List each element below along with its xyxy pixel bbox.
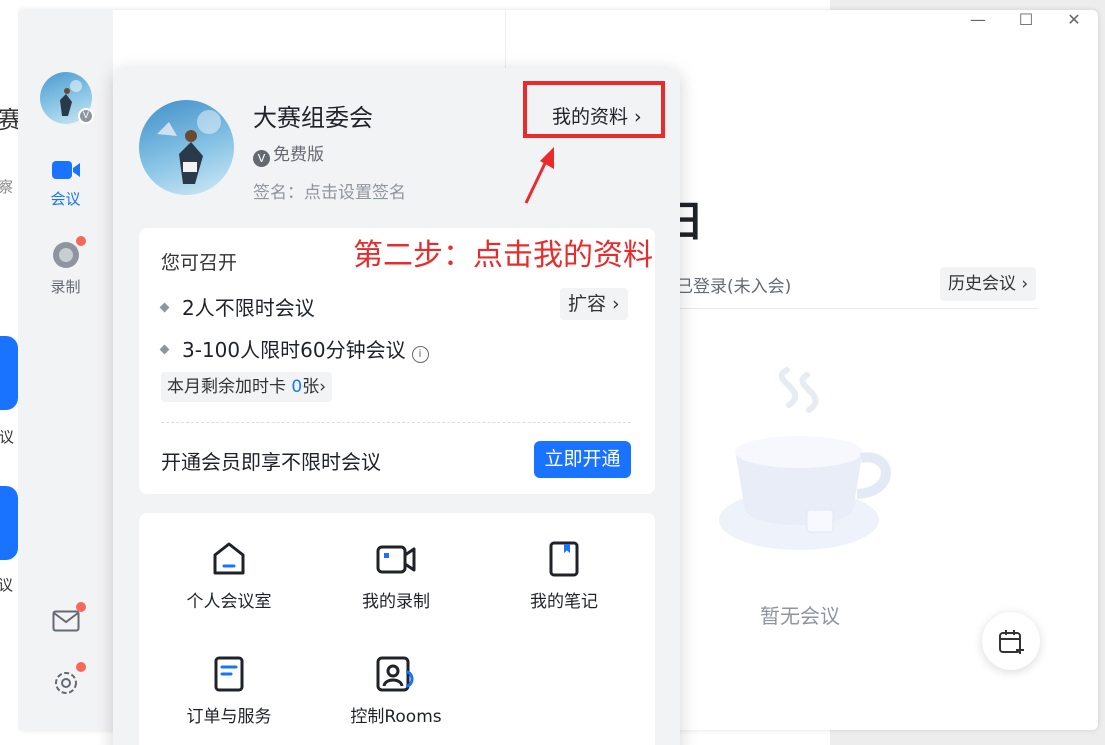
vip-badge-icon: V (253, 150, 270, 167)
notification-dot (76, 602, 86, 612)
extension-card-count[interactable]: 本月剩余加时卡 0张› (161, 372, 333, 402)
login-status: 已登录(未入会) (676, 277, 792, 297)
shortcuts-card: 个人会议室 我的录制 我的笔记 订单与服务 控制Rooms (139, 513, 655, 745)
expand-label: 扩容 (568, 293, 607, 315)
history-meetings-button[interactable]: 历史会议 › (940, 267, 1037, 301)
notes-icon (549, 541, 579, 577)
notification-dot (76, 236, 86, 246)
sidebar-item-label: 录制 (50, 278, 81, 296)
strip-button (0, 486, 18, 560)
rooms-control-icon (376, 656, 414, 692)
shortcut-personal-room[interactable]: 个人会议室 (159, 541, 299, 612)
benefit-row: 2人不限时会议 (159, 292, 315, 321)
chevron-right-icon: › (1016, 274, 1029, 294)
shortcut-label: 个人会议室 (186, 592, 272, 612)
annotation-text: 第二步：点击我的资料 (353, 238, 653, 273)
shortcut-label: 我的笔记 (530, 592, 598, 612)
empty-state-text: 暂无会议 (760, 604, 840, 628)
vip-badge-icon: V (78, 108, 94, 124)
shortcut-control-rooms[interactable]: 控制Rooms (326, 656, 466, 727)
chevron-right-icon: › (606, 293, 620, 315)
schedule-meeting-button[interactable] (982, 612, 1040, 670)
benefit-text: 3-100人限时60分钟会议 (182, 338, 406, 362)
maximize-button[interactable]: ☐ (1014, 10, 1038, 29)
profile-popup: 大赛组委会 V 免费版 签名：点击设置签名 我的资料 › 您可召开 2人不限时会议… (113, 68, 680, 745)
orders-icon (214, 656, 244, 692)
card-suffix: 张 (302, 377, 320, 397)
membership-text: 开通会员即享不限时会议 (161, 450, 381, 474)
benefit-row: 3-100人限时60分钟会议 i (159, 334, 429, 363)
notification-dot (76, 662, 86, 672)
recording-icon (376, 545, 416, 574)
profile-avatar[interactable] (139, 100, 234, 195)
plan-text: 免费版 (273, 145, 324, 165)
strip-text: 会议 (0, 428, 15, 446)
background-window-strip: 赛 察 会议 议 (0, 0, 18, 745)
bullet-icon (159, 344, 170, 355)
sidebar: V 会议 录制 (18, 10, 113, 730)
annotation-arrow (524, 147, 554, 204)
calendar-add-icon (999, 630, 1024, 654)
chevron-right-icon: › (319, 377, 327, 397)
shortcut-label: 订单与服务 (186, 707, 272, 727)
divider (676, 308, 1038, 309)
shortcut-my-recording[interactable]: 我的录制 (326, 541, 466, 612)
info-icon[interactable]: i (411, 346, 429, 363)
strip-button (0, 336, 18, 410)
plan-label: V 免费版 (253, 140, 324, 167)
bullet-icon (159, 302, 170, 313)
shortcut-label: 控制Rooms (350, 707, 442, 727)
benefit-text: 2人不限时会议 (182, 296, 315, 320)
highlight-box (523, 81, 665, 138)
record-icon (52, 242, 79, 268)
sidebar-item-meeting[interactable]: 会议 (18, 158, 113, 209)
card-count: 0 (291, 377, 303, 397)
mail-icon[interactable] (52, 610, 80, 632)
expand-capacity-button[interactable]: 扩容 › (560, 288, 628, 320)
strip-text: 赛 (0, 106, 18, 134)
shortcut-orders-services[interactable]: 订单与服务 (159, 656, 299, 727)
dashed-divider (161, 422, 631, 423)
empty-coffee-cup-illustration (719, 367, 891, 550)
profile-name: 大赛组委会 (253, 104, 373, 132)
close-button[interactable]: ✕ (1062, 10, 1086, 29)
strip-text: 察 (0, 178, 14, 196)
card-prefix: 本月剩余加时卡 (167, 377, 286, 397)
video-camera-icon (51, 161, 80, 179)
signature-field[interactable]: 签名：点击设置签名 (253, 178, 406, 203)
history-label: 历史会议 (948, 274, 1016, 294)
benefits-title: 您可召开 (161, 252, 238, 274)
strip-text: 议 (0, 576, 14, 594)
shortcut-label: 我的录制 (362, 592, 430, 612)
open-membership-button[interactable]: 立即开通 (534, 441, 631, 478)
sidebar-item-label: 会议 (50, 190, 81, 208)
sidebar-item-record[interactable]: 录制 (18, 240, 113, 297)
personal-room-icon (213, 542, 245, 575)
settings-gear-icon[interactable] (52, 669, 80, 697)
minimize-button[interactable]: — (966, 10, 990, 29)
shortcut-my-notes[interactable]: 我的笔记 (494, 541, 634, 612)
